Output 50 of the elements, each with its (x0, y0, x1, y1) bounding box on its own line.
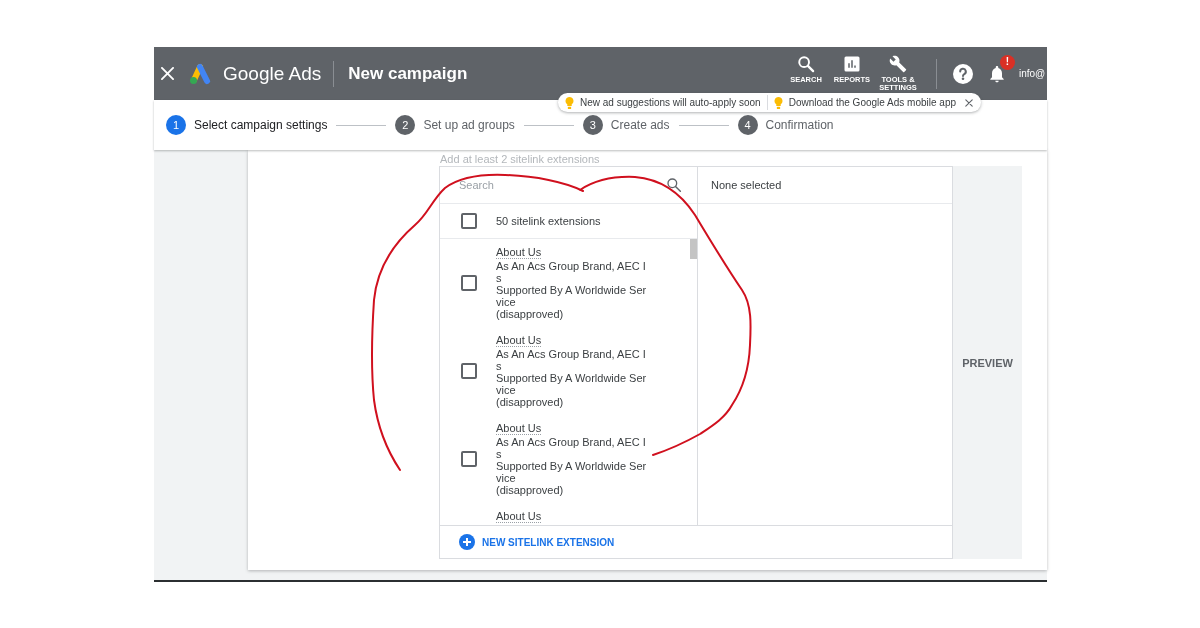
preview-button[interactable]: PREVIEW (953, 166, 1022, 559)
checkbox-label: 50 sitelink extensions (496, 215, 601, 227)
lightbulb-icon (565, 96, 574, 109)
selection-status: None selected (698, 167, 952, 204)
new-sitelink-button[interactable]: NEW SITELINK EXTENSION (459, 534, 615, 550)
sitelink-title: About Us (496, 510, 542, 523)
bell-icon (987, 63, 1007, 84)
close-icon (965, 98, 973, 107)
plus-circle-icon (459, 534, 475, 550)
help-icon (953, 63, 973, 84)
checkbox[interactable] (461, 363, 477, 379)
step-label: Set up ad groups (423, 118, 515, 132)
step-number: 1 (166, 115, 186, 135)
status-text: (disapproved) (496, 484, 565, 496)
close-button[interactable] (965, 98, 973, 107)
step-label: Create ads (610, 118, 670, 132)
hint-text: Add at least 2 sitelink extensions (439, 152, 601, 165)
notice-text[interactable]: New ad suggestions will auto-apply soon (580, 97, 761, 108)
checkbox[interactable] (461, 451, 477, 467)
search-field[interactable]: Search (459, 175, 666, 195)
page-title: New campaign (348, 63, 468, 84)
help-button[interactable] (953, 63, 973, 84)
step-number: 2 (395, 115, 416, 135)
notifications-button[interactable] (987, 63, 1007, 84)
sitelink-description: As An Acs Group Brand, AEC I s Supported By A Worldwide Ser vice (496, 348, 647, 396)
bar-chart-icon (843, 55, 861, 73)
status-text: (disapproved) (496, 308, 565, 320)
search-icon (797, 55, 815, 73)
sitelink-title: About Us (496, 422, 542, 435)
sitelink-title: About Us (496, 246, 542, 259)
checkbox[interactable] (461, 213, 477, 229)
step-label: Confirmation (765, 118, 834, 132)
alert-badge: ! (1000, 54, 1015, 70)
step-number: 4 (737, 115, 758, 135)
search-icon[interactable] (666, 177, 682, 193)
close-icon (161, 67, 174, 80)
lightbulb-icon (773, 96, 783, 109)
scrollbar-thumb[interactable] (690, 239, 697, 259)
status-text: (disapproved) (496, 396, 565, 408)
sitelink-description: As An Acs Group Brand, AEC I s Supported By A Worldwide Ser vice (496, 260, 647, 308)
notice-text[interactable]: Download the Google Ads mobile app (788, 97, 956, 108)
sitelink-description: As An Acs Group Brand, AEC I s Supported By A Worldwide Ser vice (496, 436, 647, 484)
checkbox[interactable] (461, 275, 477, 291)
logo-icon (187, 62, 213, 85)
account-name[interactable]: info@ (1019, 68, 1047, 79)
step-number: 3 (582, 115, 603, 135)
step-label: Select campaign settings (194, 118, 328, 132)
sitelink-title: About Us (496, 334, 542, 347)
product-name: Google Ads (223, 62, 322, 85)
wrench-icon (889, 55, 907, 73)
